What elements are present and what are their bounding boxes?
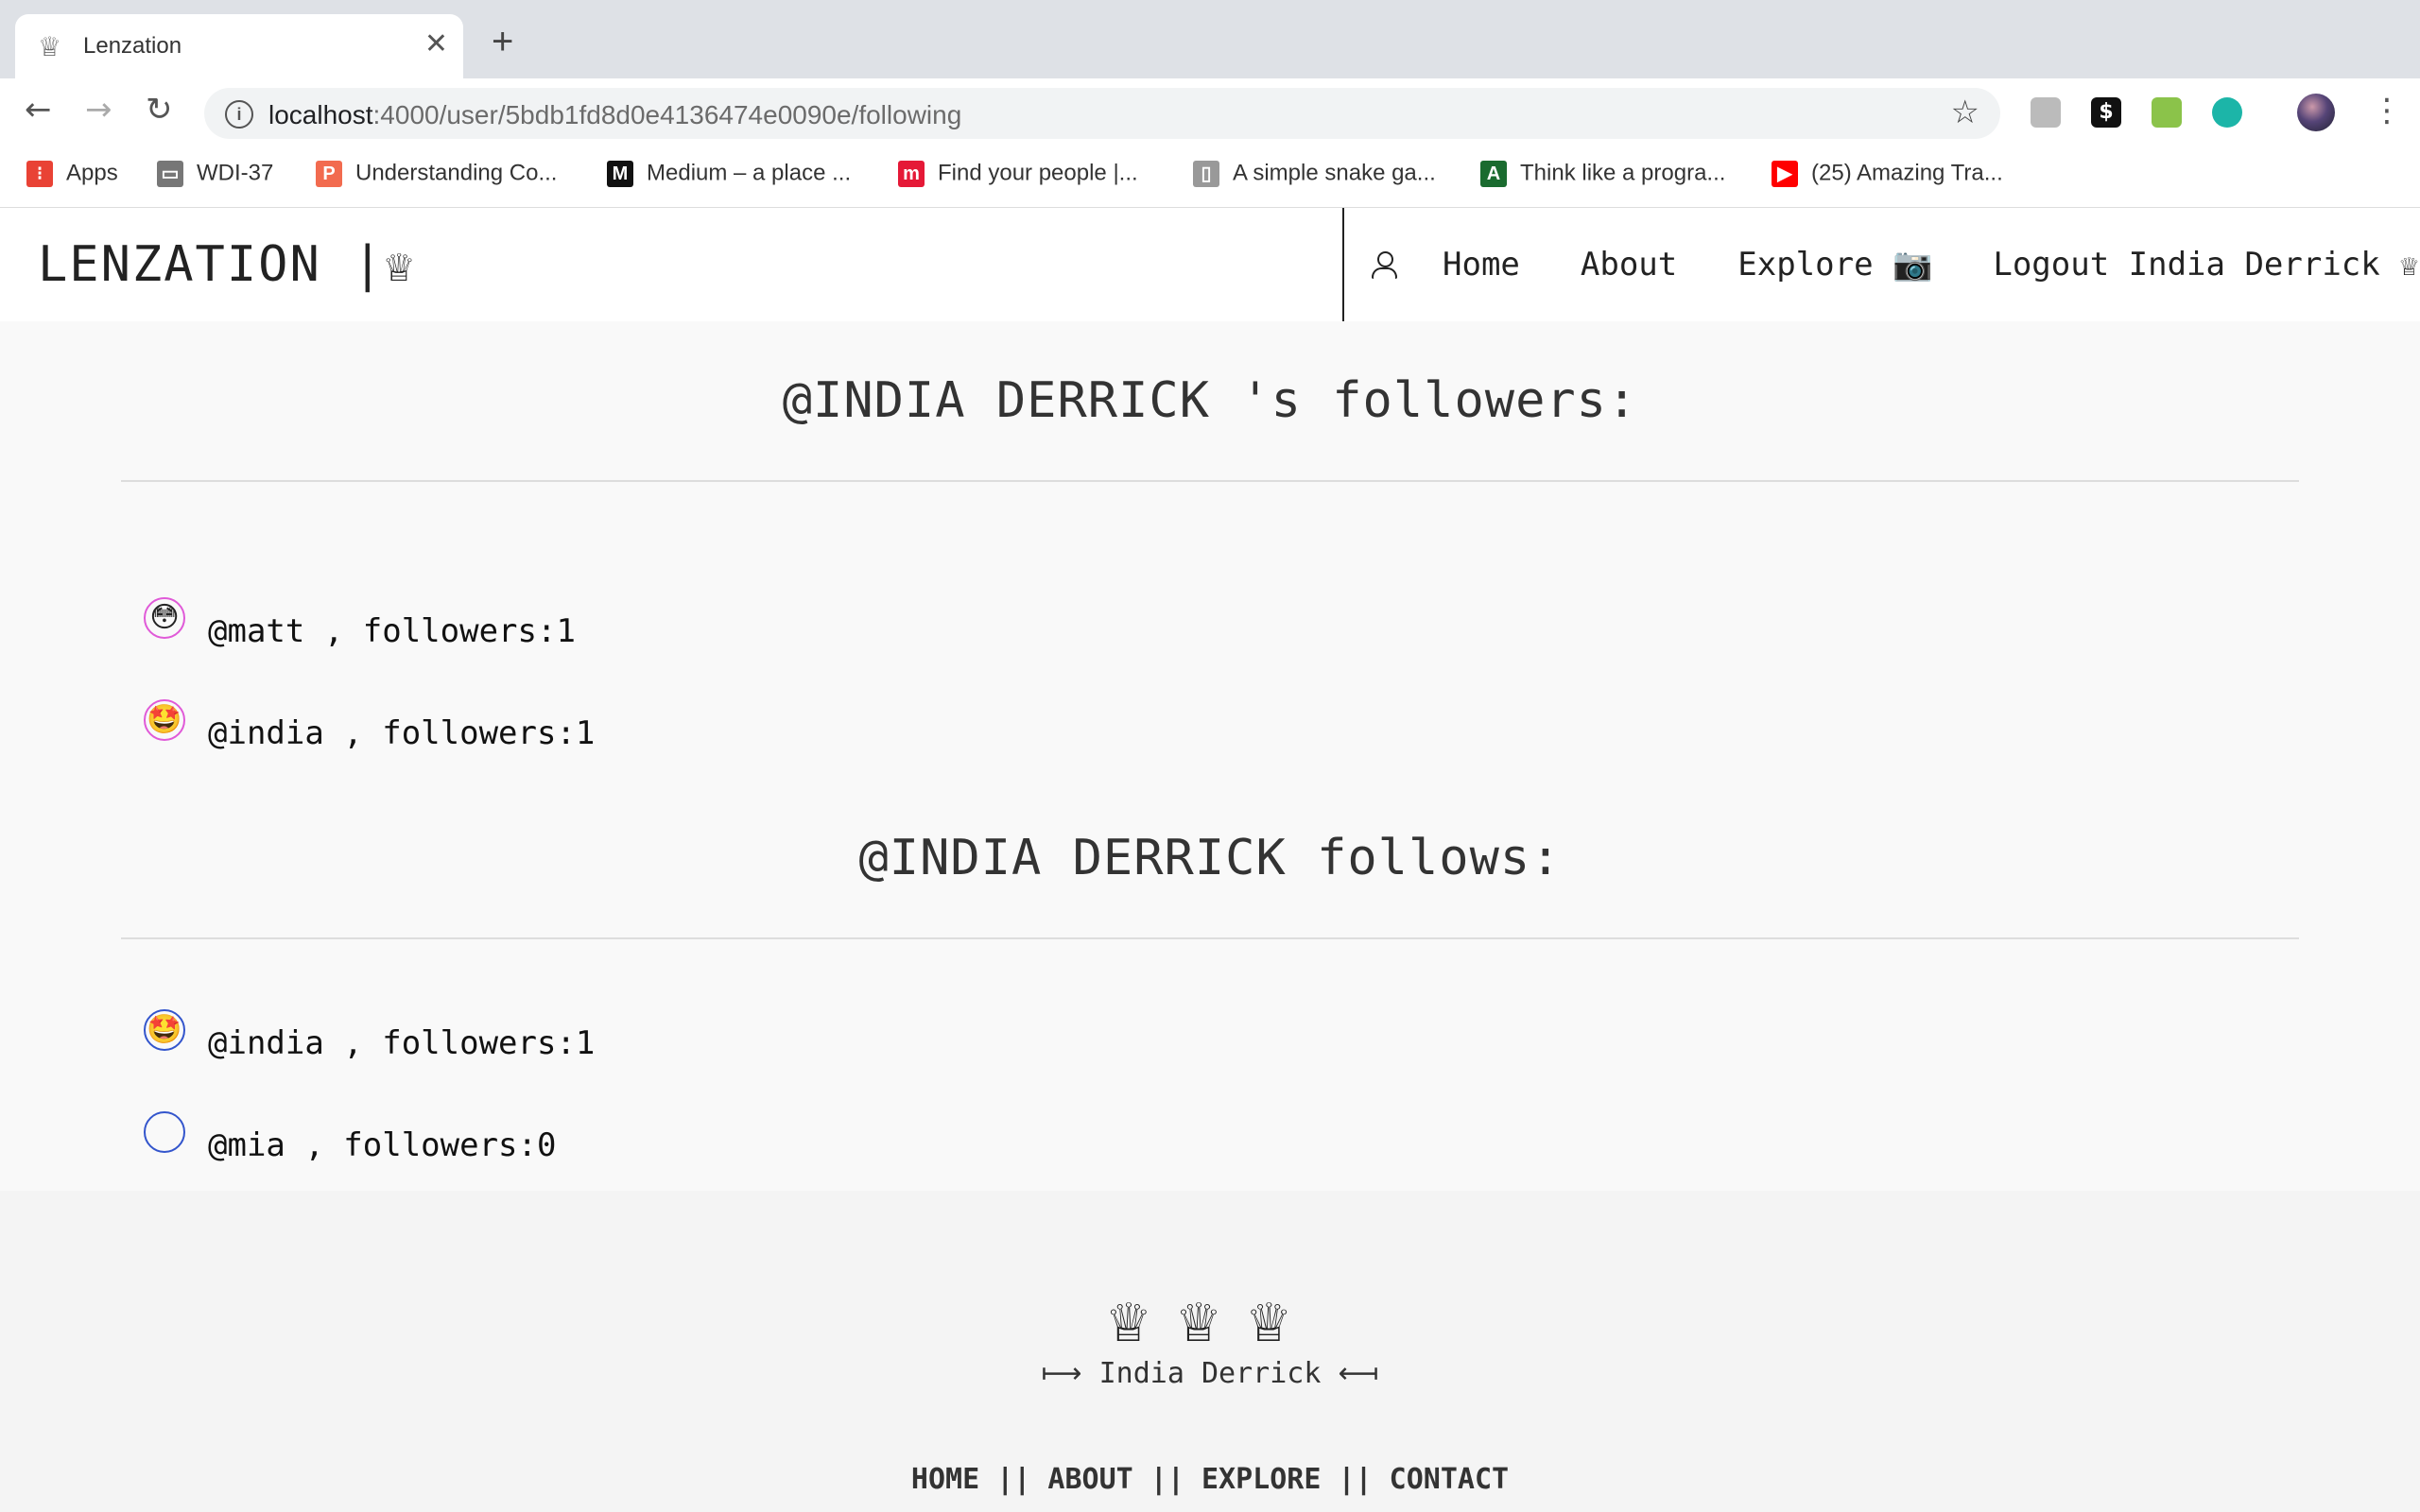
back-arrow-icon[interactable]: ← <box>25 94 52 126</box>
book-logo-icon: A <box>1480 160 1507 187</box>
bookmark-think[interactable]: A Think like a progra... <box>1480 160 1725 187</box>
user-avatar: 🤩 <box>144 699 185 741</box>
bookmark-meetup[interactable]: m Find your people |... <box>898 160 1138 187</box>
crown-icon: ♕♕♕ <box>1104 1293 1316 1354</box>
forward-arrow-icon[interactable]: → <box>85 94 112 126</box>
bookmark-youtube[interactable]: ▶ (25) Amazing Tra... <box>1772 160 2003 187</box>
bookmark-snake[interactable]: ▯ A simple snake ga... <box>1193 160 1436 187</box>
followers-heading: @INDIA DERRICK 's followers: <box>782 372 1638 429</box>
shield-extension-icon[interactable] <box>2152 97 2182 128</box>
followers-divider <box>121 480 2299 482</box>
user-link[interactable]: @mia , followers:0 <box>208 1126 556 1164</box>
user-link[interactable]: @india , followers:1 <box>208 1024 595 1062</box>
bookmark-star-icon[interactable]: ☆ <box>1951 94 1979 131</box>
site-navbar: LENZATION |♕ Home About Explore 📷 Logout… <box>0 208 2420 321</box>
reload-icon[interactable]: ↻ <box>146 94 173 126</box>
follows-heading: @INDIA DERRICK follows: <box>858 830 1562 886</box>
nav-divider <box>1342 208 1344 321</box>
user-link[interactable]: @india , followers:1 <box>208 714 595 752</box>
apps-grid-icon: ⁝ <box>26 160 53 187</box>
meetup-logo-icon: m <box>898 160 925 187</box>
browser-menu-icon[interactable]: ⋮ <box>2371 92 2403 129</box>
bookmarks-bar: ⁝ Apps ▭ WDI-37 P Understanding Co... M Medi… <box>0 148 2420 208</box>
bookmark-apps[interactable]: ⁝ Apps <box>26 160 118 187</box>
user-avatar <box>144 1111 185 1153</box>
medium-logo-icon: M <box>607 160 633 187</box>
bookmark-wdi[interactable]: ▭ WDI-37 <box>157 160 273 187</box>
extension-icon[interactable] <box>2031 97 2061 128</box>
main-content: @INDIA DERRICK 's followers: 😳 @matt , f… <box>0 321 2420 1191</box>
browser-tab[interactable]: ♕ Lenzation ✕ <box>15 14 463 78</box>
document-icon: ▯ <box>1193 160 1219 187</box>
m-extension-icon[interactable] <box>2212 97 2242 128</box>
nav-about-link[interactable]: About <box>1581 246 1677 284</box>
tab-title: Lenzation <box>83 33 182 59</box>
profile-avatar[interactable] <box>2297 94 2335 131</box>
site-footer: ♕♕♕ ⟼ India Derrick ⟻ HOME || ABOUT || E… <box>0 1191 2420 1512</box>
follows-divider <box>121 937 2299 939</box>
user-icon[interactable] <box>1371 251 1397 279</box>
p-logo-icon: P <box>316 160 342 187</box>
nav-logout-link[interactable]: Logout India Derrick ♕ <box>1993 246 2418 284</box>
nav-home-link[interactable]: Home <box>1443 246 1520 284</box>
nav-links: Home About Explore 📷 Logout India Derric… <box>1371 208 2419 321</box>
bookmark-understanding[interactable]: P Understanding Co... <box>316 160 557 187</box>
address-bar[interactable]: i localhost:4000/user/5bdb1fd8d0e4136474… <box>204 88 2000 139</box>
browser-tab-bar: ♕ Lenzation ✕ + <box>0 0 2420 78</box>
bookmark-medium[interactable]: M Medium – a place ... <box>607 160 851 187</box>
user-link[interactable]: @matt , followers:1 <box>208 612 576 650</box>
site-logo[interactable]: LENZATION |♕ <box>38 236 416 293</box>
footer-nav[interactable]: HOME || ABOUT || EXPLORE || CONTACT <box>0 1463 2420 1496</box>
crown-icon: ♕ <box>38 32 62 61</box>
info-icon[interactable]: i <box>225 100 253 129</box>
dollar-extension-icon[interactable]: $ <box>2091 97 2121 128</box>
new-tab-button[interactable]: + <box>492 23 513 60</box>
user-avatar: 🤩 <box>144 1009 185 1051</box>
youtube-icon: ▶ <box>1772 160 1798 187</box>
folder-icon: ▭ <box>157 160 183 187</box>
nav-explore-link[interactable]: Explore 📷 <box>1737 246 1932 284</box>
user-avatar: 😳 <box>144 597 185 639</box>
close-icon[interactable]: ✕ <box>424 27 448 60</box>
footer-signature: ⟼ India Derrick ⟻ <box>1041 1357 1379 1390</box>
url-text: localhost:4000/user/5bdb1fd8d0e4136474e0… <box>268 100 962 129</box>
browser-toolbar: ← → ↻ i localhost:4000/user/5bdb1fd8d0e4… <box>0 78 2420 148</box>
